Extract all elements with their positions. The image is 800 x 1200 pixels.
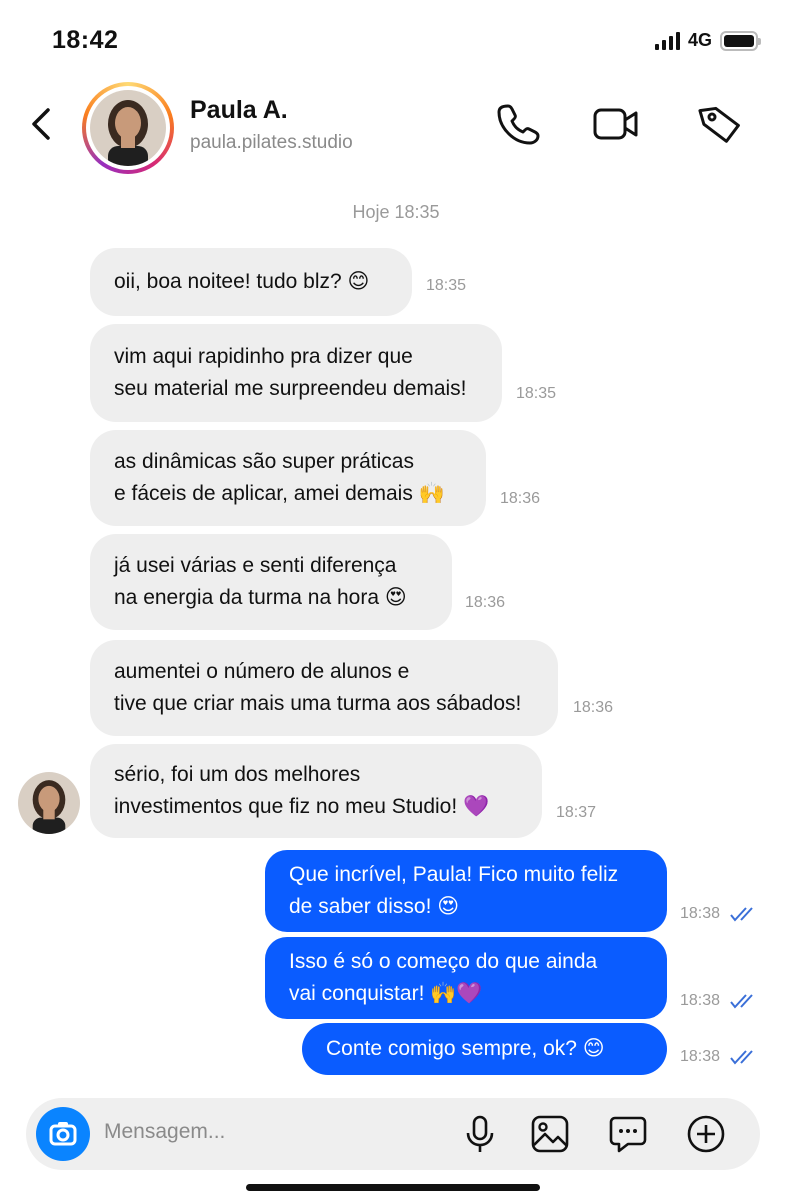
status-indicators: 4G: [654, 30, 761, 51]
status-time: 18:42: [52, 26, 119, 54]
video-call-button[interactable]: [592, 100, 640, 148]
message-text: vai conquistar! 🙌💜: [289, 982, 483, 1005]
contact-name[interactable]: Paula A.: [190, 96, 288, 125]
avatar-photo: [18, 772, 80, 834]
message-text: tive que criar mais uma turma aos sábado…: [114, 692, 522, 715]
message-time: 18:35: [516, 385, 557, 402]
outgoing-message[interactable]: Que incrível, Paula! Fico muito feliz de…: [265, 850, 667, 932]
message-text: as dinâmicas são super práticas: [114, 450, 414, 473]
message-text: já usei várias e senti diferença: [114, 554, 397, 577]
read-receipt-icon: [730, 907, 753, 922]
chat-header: Paula A. paula.pilates.studio: [0, 78, 800, 178]
message-time: 18:37: [556, 804, 597, 821]
sender-avatar[interactable]: [18, 772, 80, 834]
message-time: 18:35: [426, 277, 467, 294]
message-text: aumentei o número de alunos e: [114, 660, 410, 683]
message-text: de saber disso! 😍: [289, 895, 460, 918]
network-label: 4G: [687, 30, 712, 50]
message-time: 18:36: [465, 594, 506, 611]
message-text: Que incrível, Paula! Fico muito feliz: [289, 863, 619, 886]
message-time: 18:38: [680, 992, 721, 1009]
incoming-message[interactable]: vim aqui rapidinho pra dizer que seu mat…: [90, 324, 502, 422]
call-button[interactable]: [494, 100, 542, 148]
avatar-photo: [90, 90, 166, 166]
day-separator: Hoje 18:35: [352, 202, 440, 222]
voice-message-button[interactable]: [458, 1112, 502, 1156]
tag-icon: [698, 106, 740, 143]
incoming-message[interactable]: já usei várias e senti diferença na ener…: [90, 534, 452, 630]
sticker-button[interactable]: [606, 1112, 650, 1156]
message-text: sério, foi um dos melhores: [114, 763, 361, 786]
outgoing-message[interactable]: Isso é só o começo do que ainda vai conq…: [265, 937, 667, 1019]
read-receipt-icon: [730, 1050, 753, 1065]
tag-button[interactable]: [696, 100, 744, 148]
message-composer: Mensagem...: [26, 1098, 760, 1170]
back-icon: [32, 108, 50, 140]
message-text: Isso é só o começo do que ainda: [289, 950, 598, 973]
outgoing-message[interactable]: Conte comigo sempre, ok? 😊: [302, 1023, 667, 1075]
signal-icon: [654, 31, 680, 50]
read-receipt-icon: [730, 994, 753, 1009]
sticker-icon: [609, 1116, 647, 1153]
message-time: 18:36: [573, 699, 614, 716]
phone-icon: [497, 104, 540, 145]
message-input[interactable]: Mensagem...: [104, 1120, 225, 1144]
more-options-button[interactable]: [684, 1112, 728, 1156]
message-text: Conte comigo sempre, ok? 😊: [326, 1037, 605, 1060]
message-time: 18:36: [500, 490, 541, 507]
message-text: na energia da turma na hora 😍: [114, 586, 407, 609]
message-text: e fáceis de aplicar, amei demais 🙌: [114, 482, 445, 505]
image-icon: [531, 1115, 569, 1153]
incoming-message[interactable]: sério, foi um dos melhores investimentos…: [90, 744, 542, 838]
incoming-message[interactable]: as dinâmicas são super práticas e fáceis…: [90, 430, 486, 526]
message-time: 18:38: [680, 1048, 721, 1065]
contact-avatar[interactable]: [82, 82, 174, 174]
message-text: investimentos que fiz no meu Studio! 💜: [114, 795, 490, 818]
contact-handle: paula.pilates.studio: [190, 132, 353, 153]
incoming-message[interactable]: oii, boa noitee! tudo blz? 😊: [90, 248, 412, 316]
microphone-icon: [466, 1115, 494, 1152]
camera-button[interactable]: [36, 1107, 90, 1161]
message-time: 18:38: [680, 905, 721, 922]
message-text: oii, boa noitee! tudo blz? 😊: [114, 270, 370, 293]
home-indicator[interactable]: [246, 1184, 540, 1191]
message-text: seu material me surpreendeu demais!: [114, 377, 467, 400]
back-button[interactable]: [24, 104, 60, 144]
battery-icon: [720, 30, 761, 51]
message-text: vim aqui rapidinho pra dizer que: [114, 345, 413, 368]
incoming-message[interactable]: aumentei o número de alunos e tive que c…: [90, 640, 558, 736]
gallery-button[interactable]: [528, 1112, 572, 1156]
plus-icon: [687, 1115, 725, 1153]
camera-icon: [49, 1122, 77, 1146]
video-camera-icon: [593, 108, 638, 140]
status-bar: 18:42 4G: [0, 0, 800, 80]
